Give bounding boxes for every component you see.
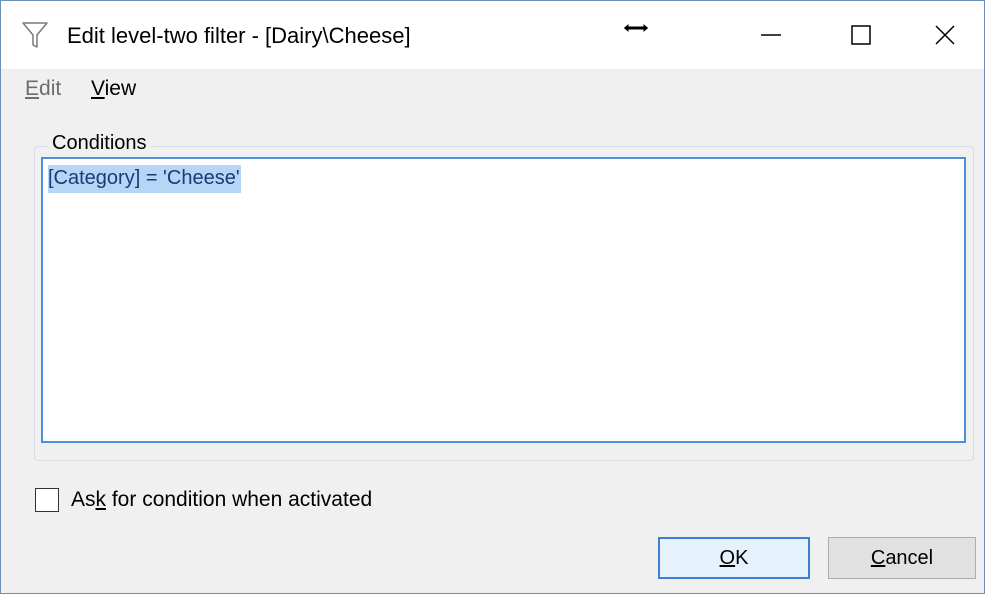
close-button[interactable] [905, 1, 984, 69]
ask-condition-checkbox[interactable] [35, 488, 59, 512]
menu-edit[interactable]: Edit [25, 77, 61, 101]
menu-view-accel: V [91, 77, 105, 100]
dialog-window: Edit level-two filter - [Dairy\Cheese] E… [0, 0, 985, 594]
title-bar[interactable]: Edit level-two filter - [Dairy\Cheese] [1, 1, 984, 69]
cancel-label-accel: C [870, 546, 886, 569]
maximize-button[interactable] [815, 1, 907, 69]
menu-bar: Edit View [1, 69, 984, 109]
window-title: Edit level-two filter - [Dairy\Cheese] [67, 23, 411, 48]
cancel-button[interactable]: Cancel [828, 537, 976, 579]
conditions-legend: Conditions [48, 132, 151, 155]
ask-label-post: for condition when activated [106, 488, 373, 511]
ask-label-accel: k [95, 488, 107, 511]
filter-funnel-icon [22, 22, 48, 48]
ok-label-post: K [735, 546, 749, 569]
menu-view-post: iew [104, 77, 137, 100]
menu-edit-post: dit [39, 77, 62, 100]
minimize-button[interactable] [725, 1, 817, 69]
ok-label-accel: O [719, 546, 736, 569]
conditions-textbox[interactable]: [Category] = 'Cheese' [41, 157, 966, 443]
ok-button[interactable]: OK [658, 537, 810, 579]
menu-edit-accel: E [25, 77, 40, 100]
ask-label-pre: As [71, 488, 96, 511]
conditions-text[interactable]: [Category] = 'Cheese' [48, 165, 241, 193]
maximize-icon [851, 25, 871, 45]
close-icon [934, 25, 955, 45]
resize-cursor-icon [622, 21, 650, 35]
ask-condition-label[interactable]: Ask for condition when activated [71, 488, 372, 512]
menu-view[interactable]: View [91, 77, 136, 101]
cancel-label-post: ancel [885, 546, 934, 569]
minimize-icon [761, 34, 781, 36]
